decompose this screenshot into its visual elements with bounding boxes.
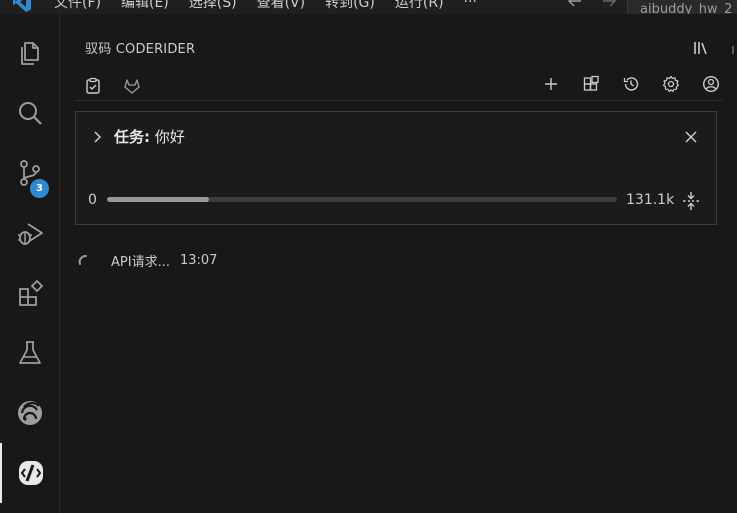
close-icon[interactable] [683,129,699,145]
command-center[interactable]: aibuddy_hw_2 [627,0,737,14]
source-control-button[interactable]: 3 [0,143,60,203]
edge-marker [732,44,737,56]
menu-run[interactable]: 运行(R) [395,0,444,12]
coderider-panel: 驭码 CODERIDER 任务: 你好 0 131.1k API请求... 13… [61,14,737,513]
plus-icon [545,78,557,90]
coderider-button[interactable] [0,443,60,503]
account-icon [702,75,720,93]
activity-bar: 3 [0,14,60,513]
menu-file[interactable]: 文件(F) [54,0,101,12]
gear-icon [662,75,680,92]
task-name: 你好 [154,128,185,146]
menu-selection[interactable]: 选择(S) [189,0,237,12]
context-progress-bar [107,197,617,202]
task-card: 任务: 你好 0 131.1k [75,111,717,225]
context-max: 131.1k [626,192,675,208]
gitlab-icon [123,79,140,94]
settings-button[interactable] [661,74,681,94]
tab-tasks[interactable] [75,72,110,101]
title-bar: 文件(F) 编辑(E) 选择(S) 查看(V) 转到(G) 运行(R) ··· … [0,0,737,14]
chevron-right-icon[interactable] [90,130,104,144]
loading-spinner-icon [78,254,87,265]
history-icon [623,77,639,91]
run-debug-icon [18,223,43,245]
api-status-time: 13:07 [179,253,218,268]
panel-tabs [75,72,149,101]
explorer-icon [21,42,39,65]
explorer-button[interactable] [0,23,60,83]
remote-button[interactable] [0,383,60,443]
search-button[interactable] [0,83,60,143]
menu-go[interactable]: 转到(G) [325,0,375,12]
context-used: 0 [88,192,97,208]
panel-toolbar [541,74,721,94]
history-button[interactable] [621,74,641,94]
source-control-badge: 3 [30,179,49,198]
back-arrow-icon[interactable] [566,0,584,10]
coderider-icon [19,461,43,485]
new-task-button[interactable] [541,74,561,94]
testing-button[interactable] [0,323,60,383]
forward-arrow-icon[interactable] [600,0,618,10]
run-debug-button[interactable] [0,203,60,263]
testing-icon [19,341,41,364]
context-progress-fill [107,197,209,202]
menu-bar: 文件(F) 编辑(E) 选择(S) 查看(V) 转到(G) 运行(R) ··· [54,0,497,14]
clipboard-check-icon [85,77,100,94]
tab-divider [75,100,723,101]
api-status-text: API请求... [111,255,170,270]
account-button[interactable] [701,74,721,94]
mcp-button[interactable] [581,74,601,94]
task-label: 任务: [114,128,150,146]
menu-edit[interactable]: 编辑(E) [121,0,169,12]
library-icon[interactable] [691,38,711,58]
grid-icon [583,75,599,91]
panel-title: 驭码 CODERIDER [85,42,196,57]
compress-icon[interactable] [680,190,702,212]
task-title: 任务: 你好 [114,126,185,147]
remote-icon [18,401,42,425]
vscode-logo-icon [13,0,31,12]
menu-more[interactable]: ··· [464,0,477,10]
tab-gitlab[interactable] [114,72,149,100]
menu-view[interactable]: 查看(V) [257,0,306,12]
api-status-row: API请求... 13:07 [77,251,217,270]
nav-arrows [566,0,618,10]
extensions-icon [19,279,44,306]
task-header[interactable]: 任务: 你好 [90,126,185,147]
search-icon [19,102,42,125]
extensions-button[interactable] [0,263,60,323]
